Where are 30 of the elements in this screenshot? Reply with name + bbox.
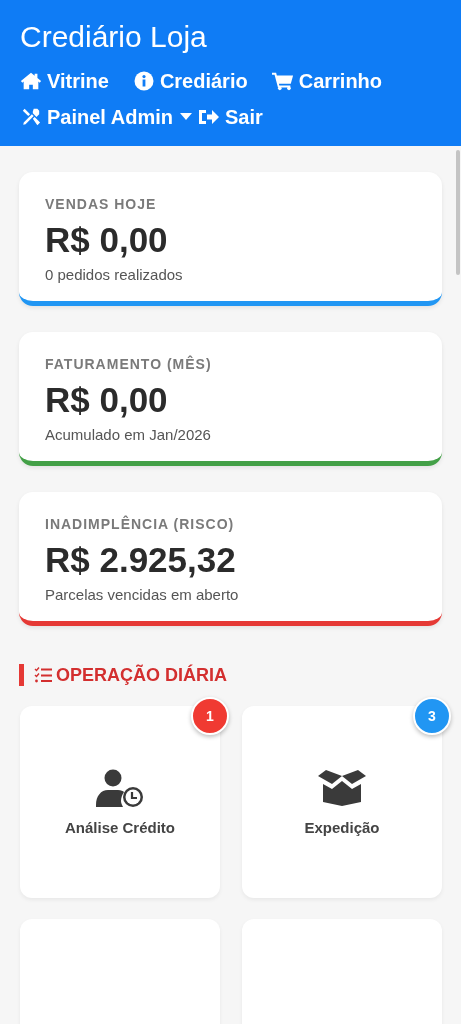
house-icon [20,71,42,91]
nav-link[interactable]: Vitrine [20,68,109,94]
tile-label: Análise Crédito [65,818,175,836]
stat-value: R$ 2.925,32 [45,540,237,580]
tools-icon [20,107,42,127]
user-clock-icon [96,768,144,807]
stat-value: R$ 0,00 [45,380,169,420]
stat-value: R$ 0,00 [45,220,169,260]
count-badge: 3 [413,697,451,735]
open-box-icon [318,768,366,807]
nav-link[interactable]: Crediário [132,68,248,94]
scrollbar[interactable] [456,150,460,275]
nav-link[interactable]: Carrinho [271,68,383,94]
exit-icon [197,107,220,127]
stat-label: FATURAMENTO (MÊS) [45,356,213,372]
stat-note: 0 pedidos realizados [45,266,184,283]
stat-label: INADIMPLÊNCIA (RISCO) [45,516,236,532]
accent-bar [19,664,24,686]
count-badge: 1 [191,697,229,735]
nav-link[interactable]: Painel Admin [20,104,192,130]
info-icon [132,71,155,91]
section-title: OPERAÇÃO DIÁRIA [56,664,227,686]
app-title: Crediário Loja [20,19,208,55]
stat-note: Parcelas vencidas em aberto [45,586,240,603]
checklist-icon [34,667,52,683]
nav-link[interactable]: Sair [197,104,263,130]
stat-label: VENDAS HOJE [45,196,158,212]
cart-icon [271,71,294,91]
tile-label: Expedição [304,818,380,836]
stat-note: Acumulado em Jan/2026 [45,426,212,443]
